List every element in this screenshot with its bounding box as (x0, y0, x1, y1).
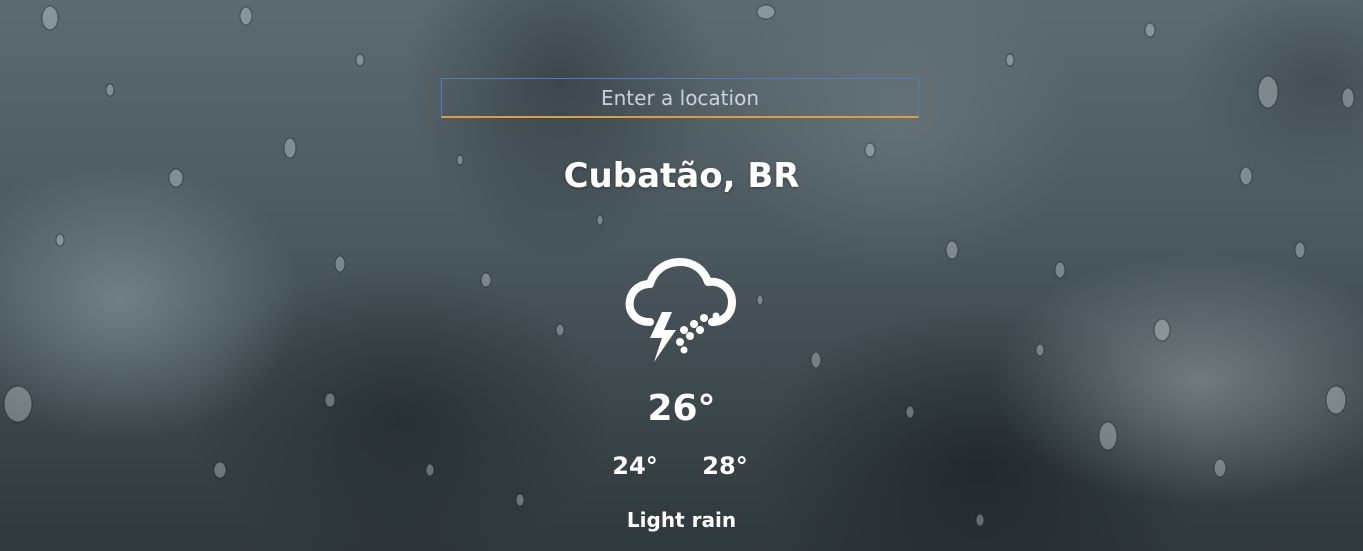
high-temperature: 28° (702, 452, 748, 480)
location-search-input[interactable] (441, 78, 919, 118)
weather-condition: Light rain (626, 508, 737, 532)
location-name: Cubatão, BR (563, 156, 800, 196)
low-temperature: 24° (612, 452, 658, 480)
current-temperature: 26° (647, 388, 716, 429)
thunder-rain-icon (625, 258, 736, 362)
search-box[interactable] (441, 78, 919, 118)
